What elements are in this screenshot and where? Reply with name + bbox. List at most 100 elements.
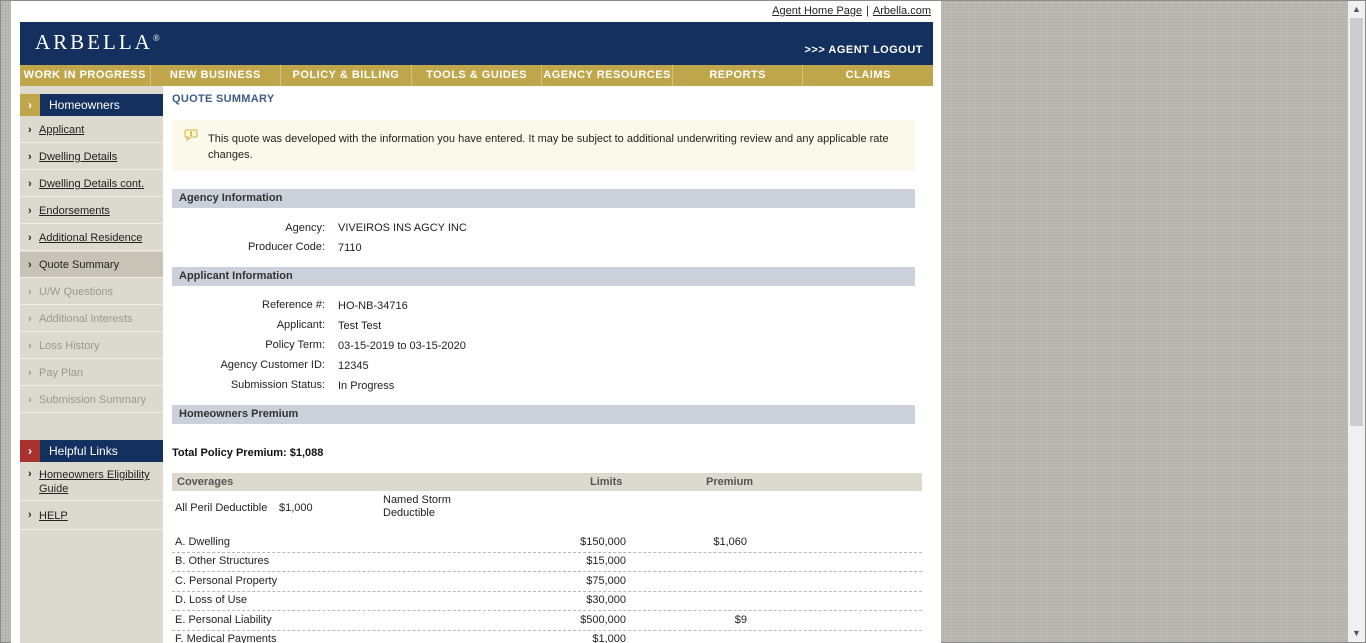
quote-notice: This quote was developed with the inform… <box>172 120 915 171</box>
sidebar-item-dwelling-details[interactable]: › Dwelling Details <box>20 144 163 170</box>
info-bubble-icon <box>184 129 198 141</box>
main-content: QUOTE SUMMARY This quote was developed w… <box>172 86 924 643</box>
sidebar-item-label: Pay Plan <box>39 367 84 379</box>
chevron-right-icon: › <box>28 313 32 325</box>
sidebar-item-loss-history: › Loss History <box>20 333 163 359</box>
submission-status-value: In Progress <box>338 380 395 392</box>
sidebar-item-dwelling-details-cont[interactable]: › Dwelling Details cont. <box>20 171 163 197</box>
policy-term-label: Policy Term: <box>265 339 325 351</box>
named-storm-label-line-1: Named Storm <box>383 494 451 506</box>
coverage-limit: $30,000 <box>586 594 626 606</box>
top-links-separator: | <box>866 5 869 17</box>
applicant-value: Test Test <box>338 320 382 332</box>
policy-term-value: 03-15-2019 to 03-15-2020 <box>338 340 466 352</box>
agency-info-header: Agency Information <box>172 189 915 208</box>
nav-policy-billing[interactable]: POLICY & BILLING <box>281 65 412 86</box>
sidebar-item-label: Dwelling Details <box>39 151 118 163</box>
coverage-name: C. Personal Property <box>175 575 278 587</box>
agency-customer-id-value: 12345 <box>338 360 369 372</box>
applicant-info-header: Applicant Information <box>172 267 915 286</box>
sidebar-item-label: Additional Interests <box>39 313 133 325</box>
coverage-limit: $15,000 <box>586 555 626 567</box>
chevron-right-icon: › <box>28 124 32 136</box>
agent-home-link[interactable]: Agent Home Page <box>772 5 862 17</box>
registered-mark: ® <box>152 33 160 43</box>
chevron-right-icon: › <box>28 367 32 379</box>
chevron-right-icon: › <box>20 94 40 116</box>
vertical-scrollbar[interactable]: ▲ ▼ <box>1348 1 1365 642</box>
coverage-limit: $1,000 <box>592 633 626 643</box>
homeowners-premium-title: Homeowners Premium <box>179 408 299 420</box>
chevron-right-icon: › <box>28 340 32 352</box>
reference-label: Reference #: <box>262 299 325 311</box>
nav-reports[interactable]: REPORTS <box>673 65 804 86</box>
sidebar: › Homeowners › Applicant › Dwelling Deta… <box>20 86 163 643</box>
coverage-name: D. Loss of Use <box>175 594 248 606</box>
nav-work-in-progress[interactable]: WORK IN PROGRESS <box>20 65 151 86</box>
help-link-help[interactable]: › HELP <box>20 506 163 530</box>
helpful-links-header: › Helpful Links <box>20 440 163 462</box>
logo-text: ARBELLA <box>35 30 153 54</box>
agency-value: VIVEIROS INS AGCY INC <box>338 222 467 234</box>
scroll-down-arrow-icon[interactable]: ▼ <box>1348 625 1365 642</box>
nav-new-business[interactable]: NEW BUSINESS <box>151 65 282 86</box>
coverage-name: F. Medical Payments <box>175 633 277 643</box>
sidebar-item-label: Dwelling Details cont. <box>39 178 145 190</box>
chevron-right-icon: › <box>28 509 32 521</box>
agency-customer-id-label: Agency Customer ID: <box>220 359 325 371</box>
coverage-row: E. Personal Liability $500,000 $9 <box>172 611 922 631</box>
producer-code-value: 7110 <box>338 242 362 254</box>
coverage-row: F. Medical Payments $1,000 <box>172 630 922 643</box>
sidebar-item-uw-questions: › U/W Questions <box>20 279 163 305</box>
nav-agency-resources[interactable]: AGENCY RESOURCES <box>542 65 673 86</box>
sidebar-item-applicant[interactable]: › Applicant <box>20 117 163 143</box>
arbella-com-link[interactable]: Arbella.com <box>873 5 931 17</box>
coverage-premium: $1,060 <box>713 536 747 548</box>
chevron-right-icon: › <box>28 259 32 271</box>
coverage-limit: $150,000 <box>580 536 626 548</box>
applicant-info-title: Applicant Information <box>179 270 293 282</box>
arbella-logo[interactable]: ARBELLA® <box>35 30 160 55</box>
chevron-right-icon: › <box>28 205 32 217</box>
main-nav: WORK IN PROGRESS NEW BUSINESS POLICY & B… <box>20 65 933 86</box>
nav-tools-guides[interactable]: TOOLS & GUIDES <box>412 65 543 86</box>
chevron-right-icon: › <box>28 151 32 163</box>
homeowners-section-title: Homeowners <box>49 98 120 112</box>
limits-column-header: Limits <box>590 476 623 488</box>
nav-claims[interactable]: CLAIMS <box>803 65 933 86</box>
chevron-right-icon: › <box>28 394 32 406</box>
help-link-eligibility-guide[interactable]: › Homeowners Eligibility Guide <box>20 465 163 501</box>
sidebar-item-additional-residence[interactable]: › Additional Residence <box>20 225 163 251</box>
coverage-row: A. Dwelling $150,000 $1,060 <box>172 533 922 553</box>
all-peril-deductible-label: All Peril Deductible <box>175 502 268 514</box>
coverage-premium: $9 <box>734 614 747 626</box>
coverage-table-header: Coverages Limits Premium <box>172 473 922 491</box>
coverage-row: B. Other Structures $15,000 <box>172 552 922 572</box>
scrollbar-thumb[interactable] <box>1350 18 1363 426</box>
coverage-name: E. Personal Liability <box>175 614 272 626</box>
chevron-right-icon: › <box>28 286 32 298</box>
coverage-limit: $500,000 <box>580 614 626 626</box>
page-title: QUOTE SUMMARY <box>172 93 275 105</box>
total-policy-premium: Total Policy Premium: $1,088 <box>172 447 324 459</box>
sidebar-item-label: Additional Residence <box>39 232 143 244</box>
sidebar-item-label: U/W Questions <box>39 286 113 298</box>
agent-logout-link[interactable]: >>> AGENT LOGOUT <box>804 44 923 56</box>
reference-value: HO-NB-34716 <box>338 300 408 312</box>
chevron-right-icon: › <box>28 232 32 244</box>
helpful-links-title: Helpful Links <box>49 444 118 458</box>
named-storm-deductible-label: Named Storm Deductible <box>383 494 451 520</box>
left-gutter <box>1 1 11 642</box>
chevron-right-icon: › <box>28 468 32 480</box>
sidebar-item-label: Submission Summary <box>39 394 146 406</box>
applicant-label: Applicant: <box>276 319 325 331</box>
coverage-name: A. Dwelling <box>175 536 231 548</box>
notice-message: This quote was developed with the inform… <box>208 133 889 161</box>
chevron-right-icon: › <box>20 440 40 462</box>
site-header: ARBELLA® >>> AGENT LOGOUT <box>20 22 933 65</box>
sidebar-item-label: Endorsements <box>39 205 110 217</box>
sidebar-item-quote-summary[interactable]: › Quote Summary <box>20 252 163 278</box>
sidebar-item-endorsements[interactable]: › Endorsements <box>20 198 163 224</box>
scroll-up-arrow-icon[interactable]: ▲ <box>1348 1 1365 18</box>
sidebar-item-label: Applicant <box>39 124 85 136</box>
